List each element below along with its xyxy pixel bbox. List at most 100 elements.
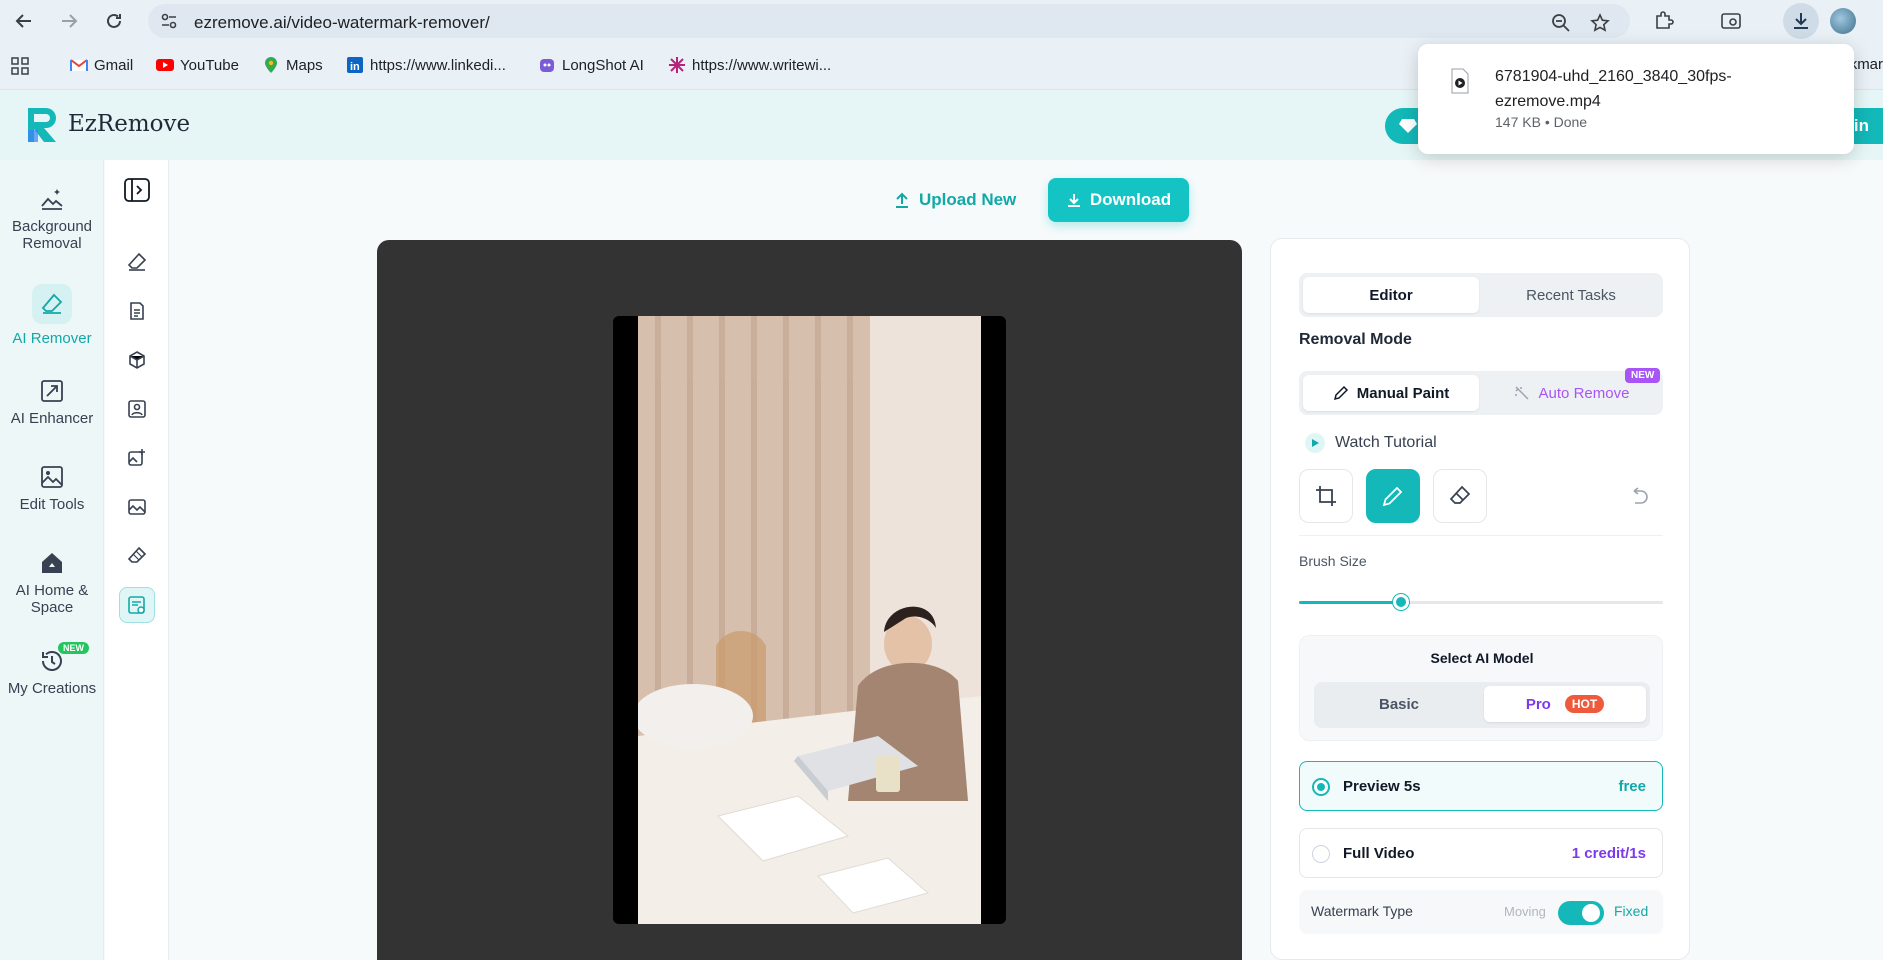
tab-editor[interactable]: Editor xyxy=(1303,277,1479,313)
brand-name: EzRemove xyxy=(68,111,191,137)
forward-button[interactable] xyxy=(56,8,82,34)
puzzle-icon xyxy=(1656,11,1674,29)
downloads-button[interactable] xyxy=(1783,3,1819,39)
ai-model-title: Select AI Model xyxy=(1430,650,1534,666)
home-icon xyxy=(42,553,62,573)
bookmark-maps[interactable]: Maps xyxy=(262,56,323,74)
back-button[interactable] xyxy=(11,8,37,34)
tool-person[interactable] xyxy=(119,391,155,427)
diamond-icon xyxy=(1399,119,1417,133)
ai-model-selector: Select AI Model Basic Pro HOT xyxy=(1299,635,1663,741)
tool-image-add[interactable] xyxy=(119,440,155,476)
nav-my-creations[interactable]: NEW My Creations xyxy=(0,642,104,697)
tool-stripe-eraser[interactable] xyxy=(119,538,155,574)
nav-ai-home-space[interactable]: AI Home & Space xyxy=(0,550,104,616)
video-file-icon xyxy=(1451,68,1469,94)
watermark-type-label: Watermark Type xyxy=(1311,903,1413,919)
zoom-icon[interactable] xyxy=(1551,13,1571,33)
hot-badge: HOT xyxy=(1564,695,1605,713)
brand-logo[interactable]: EzRemove xyxy=(24,104,190,144)
image-icon xyxy=(41,466,63,488)
full-video-radio[interactable] xyxy=(1312,845,1330,863)
option-full-video[interactable]: Full Video 1 credit/1s xyxy=(1299,828,1663,878)
forward-arrow-icon xyxy=(62,14,78,28)
image-add-icon xyxy=(128,449,145,466)
mode-manual-paint[interactable]: Manual Paint xyxy=(1303,375,1479,411)
sidebar-toggle-icon xyxy=(124,178,150,202)
left-sidebar: Background Removal AI Remover AI Enhance… xyxy=(0,160,104,960)
apps-grid-icon[interactable] xyxy=(11,57,29,75)
tab-search-icon xyxy=(1721,13,1741,29)
video-preview[interactable] xyxy=(613,316,1006,924)
video-scene-illustration xyxy=(638,316,981,924)
download-filename[interactable]: 6781904-uhd_2160_3840_30fps-ezremove.mp4 xyxy=(1495,64,1795,114)
crop-icon xyxy=(1316,486,1336,506)
removal-mode-title: Removal Mode xyxy=(1299,331,1412,348)
tool-eraser[interactable] xyxy=(119,244,155,280)
upload-icon xyxy=(896,192,908,208)
preview-radio[interactable] xyxy=(1312,778,1330,796)
bookmark-star-icon[interactable] xyxy=(1590,13,1610,33)
tool-image-text[interactable] xyxy=(119,489,155,525)
profile-avatar[interactable] xyxy=(1830,8,1856,34)
panel-tabs: Editor Recent Tasks xyxy=(1299,273,1663,317)
nav-ai-remover[interactable]: AI Remover xyxy=(0,284,104,347)
toggle-sidebar-button[interactable] xyxy=(119,172,155,208)
tab-recent-tasks[interactable]: Recent Tasks xyxy=(1483,277,1659,313)
tool-object[interactable] xyxy=(119,342,155,378)
nav-ai-enhancer[interactable]: AI Enhancer xyxy=(0,378,104,427)
image-watermark-icon xyxy=(128,499,146,515)
reload-button[interactable] xyxy=(101,8,127,34)
ezremove-logo-icon xyxy=(28,108,56,142)
editor-panel: Editor Recent Tasks Removal Mode Manual … xyxy=(1270,238,1690,960)
person-remove-icon xyxy=(128,400,146,418)
url-text[interactable]: ezremove.ai/video-watermark-remover/ xyxy=(194,13,490,33)
watermark-type-toggle[interactable] xyxy=(1558,901,1604,925)
brush-size-thumb[interactable] xyxy=(1392,594,1409,610)
undo-icon[interactable] xyxy=(1629,487,1649,505)
browser-toolbar: ezremove.ai/video-watermark-remover/ xyxy=(0,0,1883,42)
nav-background-removal[interactable]: Background Removal xyxy=(0,186,104,252)
bookmark-gmail[interactable]: Gmail xyxy=(70,56,133,74)
linkedin-icon: in xyxy=(347,57,363,73)
download-icon xyxy=(1067,194,1080,207)
bookmark-writewise[interactable]: https://www.writewi... xyxy=(668,56,831,74)
watermark-type-row: Watermark Type Moving Fixed xyxy=(1299,890,1663,934)
bookmark-linkedin[interactable]: in https://www.linkedi... xyxy=(346,56,506,74)
watch-tutorial-link[interactable]: Watch Tutorial xyxy=(1305,433,1437,453)
auto-remove-new-badge: NEW xyxy=(1625,368,1661,383)
model-pro[interactable]: Pro HOT xyxy=(1484,686,1646,722)
stripe-eraser-icon xyxy=(127,546,147,563)
tab-search-button[interactable] xyxy=(1718,8,1744,34)
watermark-moving-label[interactable]: Moving xyxy=(1504,904,1546,919)
site-info-icon[interactable] xyxy=(160,12,178,30)
writewise-icon xyxy=(669,57,685,73)
play-icon xyxy=(1312,439,1319,447)
eraser-tool-button[interactable] xyxy=(1433,469,1487,523)
tool-video-watermark[interactable] xyxy=(119,587,155,623)
brush-tool-button[interactable] xyxy=(1366,469,1420,523)
new-badge: NEW xyxy=(58,642,89,654)
removal-mode-switch: Manual Paint Auto Remove xyxy=(1299,371,1663,415)
enhancer-icon xyxy=(41,380,63,402)
gmail-icon xyxy=(70,59,88,71)
nav-edit-tools[interactable]: Edit Tools xyxy=(0,464,104,513)
download-button[interactable]: Download xyxy=(1048,178,1189,222)
upload-new-button[interactable]: Upload New xyxy=(893,186,1016,214)
tool-strip xyxy=(105,160,169,960)
bookmark-longshot[interactable]: LongShot AI xyxy=(538,56,644,74)
brush-size-slider[interactable] xyxy=(1299,594,1663,610)
video-watermark-icon xyxy=(128,596,145,614)
model-basic[interactable]: Basic xyxy=(1318,686,1480,722)
extensions-button[interactable] xyxy=(1651,8,1677,34)
option-preview[interactable]: Preview 5s free xyxy=(1299,761,1663,811)
tool-document[interactable] xyxy=(119,293,155,329)
eraser-icon xyxy=(1449,485,1471,504)
watermark-fixed-label[interactable]: Fixed xyxy=(1614,903,1648,919)
address-bar[interactable]: ezremove.ai/video-watermark-remover/ xyxy=(148,4,1630,38)
eraser-icon xyxy=(127,252,147,271)
crop-tool-button[interactable] xyxy=(1299,469,1353,523)
bookmark-youtube[interactable]: YouTube xyxy=(156,56,239,74)
brush-size-fill xyxy=(1299,601,1401,604)
pencil-icon xyxy=(1382,486,1403,507)
